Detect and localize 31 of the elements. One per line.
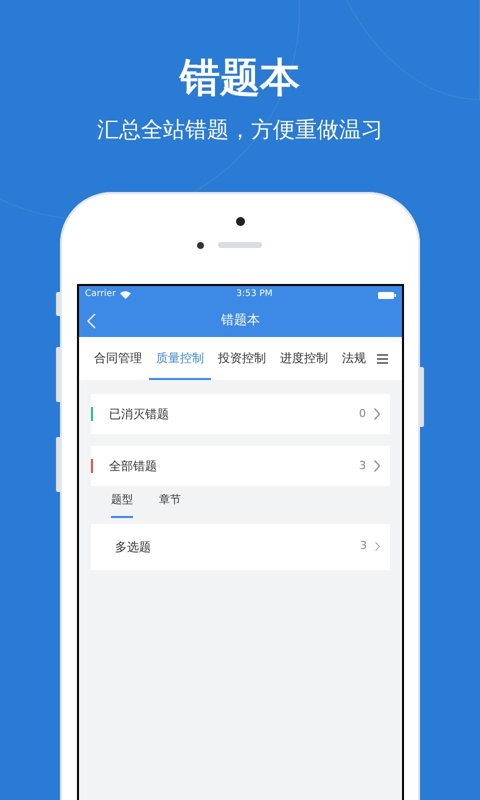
tab[interactable]: 质量控制 <box>149 337 211 380</box>
back-icon[interactable] <box>87 313 96 329</box>
clock-time: 3:53 PM <box>236 288 273 302</box>
row-count: 3 <box>360 538 367 554</box>
sensor-icon <box>197 242 204 249</box>
tab[interactable]: 进度控制 <box>273 337 335 380</box>
tab[interactable]: 合同管理 <box>87 337 149 380</box>
chevron-icon <box>374 460 380 472</box>
chevron-icon <box>374 408 380 420</box>
battery-icon <box>378 292 396 298</box>
row-count: 0 <box>359 406 366 422</box>
sub-tab[interactable]: 章节 <box>159 486 181 518</box>
headline: 错题本 <box>180 54 300 103</box>
carrier-label: Carrier <box>85 288 116 302</box>
speaker-icon <box>218 242 262 248</box>
row-label: 全部错题 <box>109 458 157 475</box>
summary-row[interactable]: 全部错题 3 <box>91 446 390 486</box>
tab[interactable]: 法规 <box>335 337 373 380</box>
summary-row[interactable]: 已消灭错题 0 <box>91 394 390 434</box>
row-count: 3 <box>359 458 366 474</box>
chevron-icon <box>375 542 380 551</box>
subtitle: 汇总全站错题，方便重做温习 <box>97 117 383 145</box>
wifi-icon <box>120 291 131 299</box>
question-type-row[interactable]: 多选题 3 <box>91 524 390 570</box>
nav-title: 错题本 <box>221 312 260 330</box>
row-label: 多选题 <box>115 538 151 556</box>
camera-icon <box>236 217 245 226</box>
row-label: 已消灭错题 <box>109 406 169 423</box>
tab[interactable]: 投资控制 <box>211 337 273 380</box>
sub-tab[interactable]: 题型 <box>111 486 133 518</box>
menu-icon[interactable] <box>377 354 388 364</box>
